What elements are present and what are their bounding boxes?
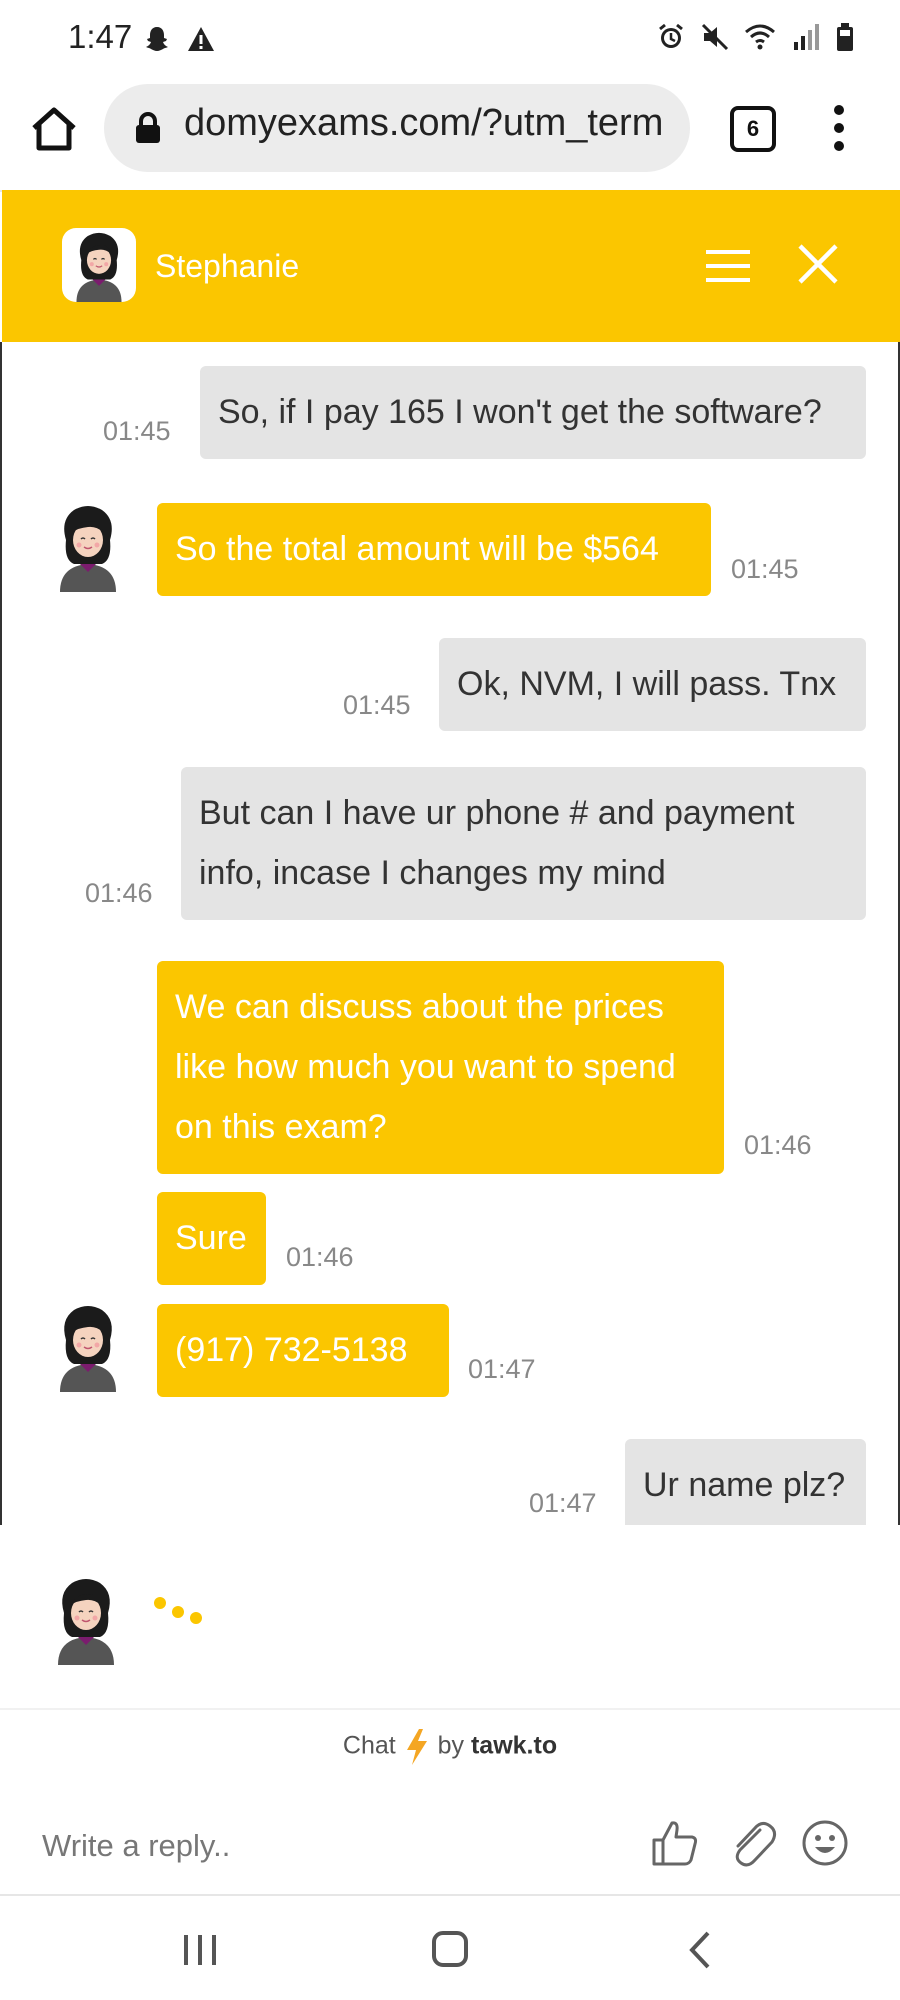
more-options-icon[interactable] <box>826 104 852 152</box>
typing-dot <box>172 1606 184 1618</box>
message-line: But can I have ur phone # and payment <box>199 794 795 832</box>
message-line: We can discuss about the prices <box>175 988 664 1026</box>
status-bar: 1:47 <box>0 0 900 80</box>
attachment-icon[interactable] <box>728 1818 778 1868</box>
visitor-message: Ok, NVM, I will pass. Tnx <box>439 638 866 731</box>
agent-avatar <box>62 228 136 302</box>
lightning-icon <box>406 1729 427 1765</box>
address-bar[interactable]: domyexams.com/?utm_term <box>104 84 690 172</box>
agent-name: Stephanie <box>155 248 300 284</box>
message-time: 01:45 <box>343 690 411 720</box>
lock-icon <box>136 112 160 143</box>
snapchat-icon <box>146 27 168 51</box>
message-time: 01:45 <box>103 416 171 446</box>
message-time: 01:45 <box>731 554 799 584</box>
agent-message: We can discuss about the prices like how… <box>157 961 724 1174</box>
typing-dot <box>190 1612 202 1624</box>
message-time: 01:46 <box>286 1242 354 1272</box>
tab-switcher-button[interactable]: 6 <box>730 106 776 152</box>
typing-dot <box>154 1597 166 1609</box>
visitor-message: But can I have ur phone # and payment in… <box>181 767 866 920</box>
branding-brand: tawk.to <box>470 1731 558 1760</box>
agent-avatar-icon <box>60 506 116 592</box>
warning-icon <box>188 27 214 51</box>
emoji-icon[interactable] <box>800 1818 850 1868</box>
agent-message: Sure <box>157 1192 266 1285</box>
message-time: 01:46 <box>85 878 153 908</box>
message-line: like how much you want to spend <box>175 1048 676 1086</box>
chat-transcript[interactable]: So, if I pay 165 I won't get the softwar… <box>0 342 900 1525</box>
agent-message: (917) 732-5138 <box>157 1304 449 1397</box>
message-time: 01:46 <box>744 1130 812 1160</box>
battery-icon <box>837 23 853 51</box>
divider <box>0 1708 900 1710</box>
home-icon[interactable] <box>28 102 80 154</box>
message-line: on this exam? <box>175 1108 387 1146</box>
agent-avatar-icon <box>76 232 122 302</box>
alarm-icon <box>659 23 683 48</box>
visitor-message: So, if I pay 165 I won't get the softwar… <box>200 366 866 459</box>
recent-apps-icon[interactable] <box>170 1925 230 1975</box>
reply-input[interactable] <box>40 1818 624 1874</box>
signal-icon <box>794 24 819 50</box>
message-time: 01:47 <box>529 1488 597 1518</box>
mute-icon <box>701 23 729 51</box>
wifi-icon <box>745 24 775 50</box>
url-text: domyexams.com/?utm_term <box>184 102 664 144</box>
browser-toolbar: domyexams.com/?utm_term 6 <box>0 80 900 192</box>
home-nav-icon[interactable] <box>420 1925 480 1975</box>
menu-icon[interactable] <box>706 248 750 284</box>
divider <box>0 1894 900 1896</box>
back-icon[interactable] <box>670 1925 730 1975</box>
chat-header: Stephanie <box>2 190 900 342</box>
thumbs-up-icon[interactable] <box>650 1818 700 1868</box>
powered-by[interactable]: Chat by tawk.to <box>0 1728 900 1766</box>
status-time: 1:47 <box>68 18 133 55</box>
branding-by: by <box>437 1731 465 1760</box>
message-time: 01:47 <box>468 1354 536 1384</box>
agent-message: So the total amount will be $564 <box>157 503 711 596</box>
close-icon[interactable] <box>796 242 840 286</box>
agent-avatar-icon <box>60 1306 116 1392</box>
agent-avatar-icon <box>58 1579 114 1665</box>
visitor-message: Ur name plz? <box>625 1439 866 1525</box>
message-line: info, incase I changes my mind <box>199 854 666 892</box>
branding-prefix: Chat <box>342 1731 396 1760</box>
